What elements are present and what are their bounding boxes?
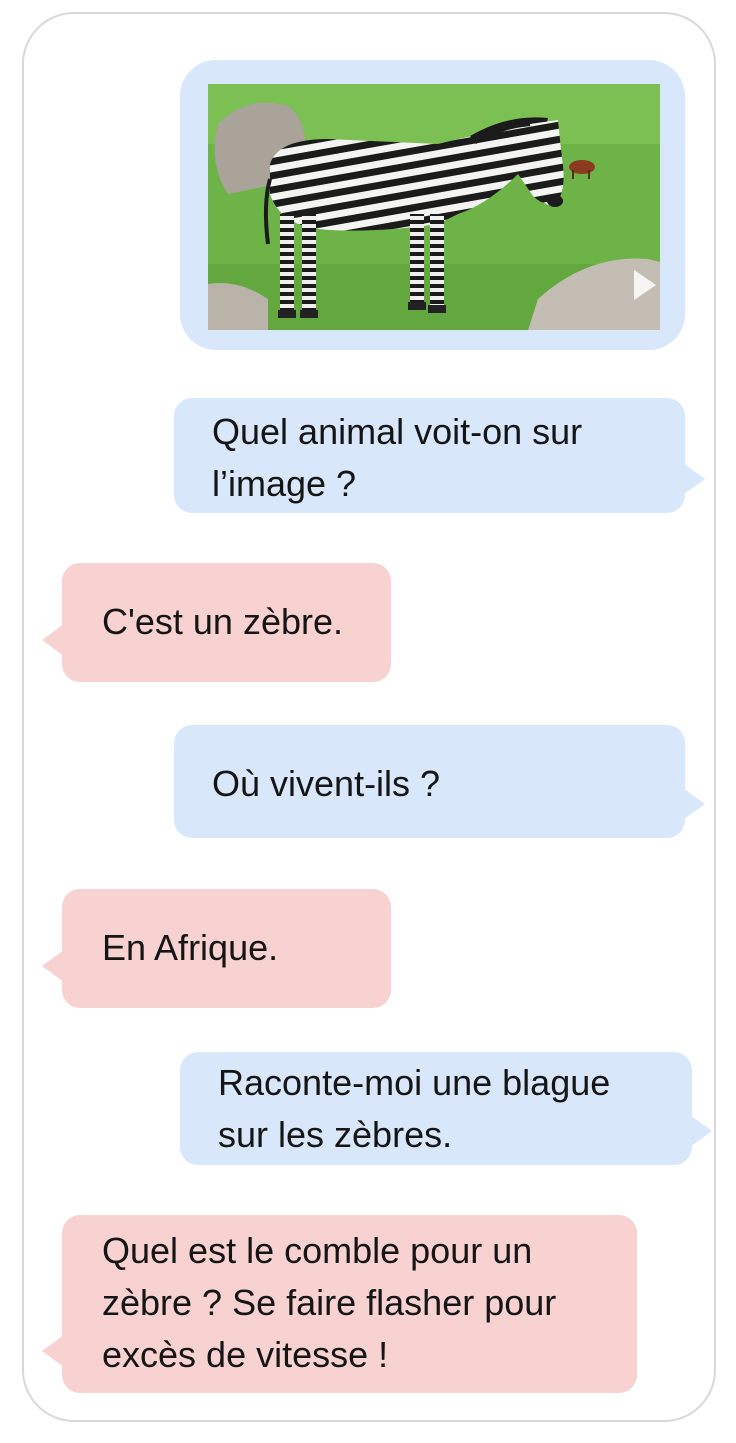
user-message: Quel animal voit-on sur l’image ? [174,398,705,513]
play-icon[interactable] [632,268,658,302]
message-text: Raconte-moi une blague sur les zèbres. [218,1062,611,1155]
image-message-bubble[interactable] [180,60,685,350]
message-text: Où vivent-ils ? [212,763,441,804]
assistant-message: C'est un zèbre. [42,563,391,682]
message-text: Quel est le comble pour un zèbre ? Se fa… [102,1230,557,1375]
zebra-photo[interactable] [208,84,660,330]
message-text: Quel animal voit-on sur l’image ? [212,411,583,504]
message-text: C'est un zèbre. [102,601,343,642]
user-message: Où vivent-ils ? [174,725,705,838]
assistant-message: En Afrique. [42,889,391,1008]
user-message: Raconte-moi une blague sur les zèbres. [180,1052,712,1165]
message-text: En Afrique. [102,927,279,968]
assistant-message: Quel est le comble pour un zèbre ? Se fa… [42,1215,637,1393]
